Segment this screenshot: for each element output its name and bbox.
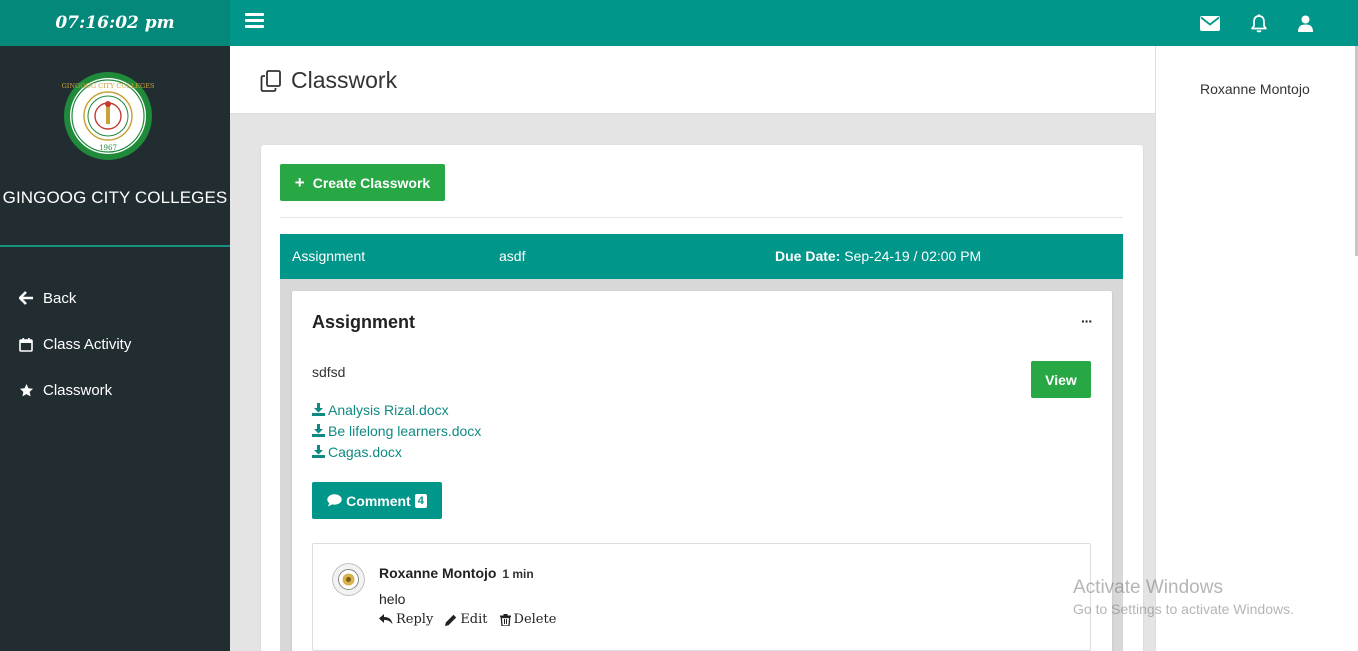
windows-activation-watermark: Activate Windows Go to Settings to activ…	[1073, 577, 1294, 617]
watermark-subtitle: Go to Settings to activate Windows.	[1073, 601, 1294, 617]
comment-item: Roxanne Montojo 1 min helo Reply Edit De…	[312, 543, 1091, 651]
page-title: Classwork	[259, 67, 397, 94]
trash-icon	[499, 613, 511, 626]
edit-label: Edit	[460, 612, 488, 627]
page-title-text: Classwork	[291, 67, 398, 93]
delete-button[interactable]: Delete	[499, 612, 557, 627]
sidebar-item-label: Class Activity	[43, 335, 132, 353]
due-date-value: Sep-24-19 / 02:00 PM	[840, 248, 982, 264]
watermark-title: Activate Windows	[1073, 577, 1223, 598]
user-icon[interactable]	[1294, 12, 1316, 34]
topbar	[230, 0, 1358, 46]
assignment-bar[interactable]: Assignment asdf Due Date: Sep-24-19 / 02…	[280, 234, 1123, 279]
menu-toggle-icon[interactable]	[245, 13, 264, 29]
view-button[interactable]: View	[1031, 361, 1091, 398]
brand-area: 1967 GINGOOG CITY COLLEGES GINGOOG CITY …	[0, 46, 230, 247]
edit-button[interactable]: Edit	[445, 612, 488, 627]
download-icon	[312, 445, 325, 458]
download-icon	[312, 424, 325, 437]
star-icon	[18, 382, 34, 398]
college-logo: 1967 GINGOOG CITY COLLEGES	[62, 72, 154, 160]
sidebar: 07:16:02 pm 1967 GINGOOG CITY COLLEGES G…	[0, 0, 230, 651]
comment-author: Roxanne Montojo 1 min	[379, 565, 534, 581]
right-panel: Roxanne Montojo	[1155, 46, 1358, 651]
svg-text:GINGOOG CITY COLLEGES: GINGOOG CITY COLLEGES	[62, 82, 154, 90]
sidebar-nav: Back Class Activity Classwork	[0, 275, 230, 413]
file-name: Analysis Rizal.docx	[328, 401, 449, 418]
due-date: Due Date: Sep-24-19 / 02:00 PM	[775, 248, 981, 264]
assignment-type: Assignment	[292, 248, 366, 264]
sidebar-item-label: Classwork	[43, 381, 113, 399]
delete-label: Delete	[513, 612, 557, 627]
file-link[interactable]: Analysis Rizal.docx	[312, 399, 481, 420]
classwork-card: + Create Classwork Assignment asdf Due D…	[261, 145, 1143, 651]
svg-text:1967: 1967	[99, 144, 117, 152]
file-link[interactable]: Cagas.docx	[312, 441, 481, 462]
comment-actions: Reply Edit Delete	[379, 612, 568, 627]
due-date-label: Due Date:	[775, 248, 841, 264]
assignment-heading: Assignment	[312, 312, 416, 332]
pencil-icon	[445, 614, 457, 626]
assignment-name: asdf	[499, 248, 526, 264]
brand-name: GINGOOG CITY COLLEGES	[2, 188, 228, 207]
copy-icon	[260, 69, 281, 92]
reply-button[interactable]: Reply	[379, 612, 433, 627]
create-classwork-label: Create Classwork	[312, 174, 431, 191]
comment-time: 1 min	[502, 567, 534, 581]
reply-icon	[379, 614, 393, 625]
arrow-left-icon	[18, 290, 34, 306]
comment-count-badge: 4	[414, 493, 427, 508]
sidebar-item-class-activity[interactable]: Class Activity	[0, 321, 230, 367]
sidebar-item-classwork[interactable]: Classwork	[0, 367, 230, 413]
file-link[interactable]: Be lifelong learners.docx	[312, 420, 481, 441]
comment-author-name: Roxanne Montojo	[379, 565, 497, 581]
avatar	[332, 563, 365, 596]
comment-label: Comment	[346, 492, 411, 509]
clock: 07:16:02 pm	[0, 0, 230, 46]
reply-label: Reply	[396, 612, 434, 627]
comment-icon	[327, 494, 342, 507]
divider	[280, 217, 1123, 218]
sidebar-item-back[interactable]: Back	[0, 275, 230, 321]
page-header: Classwork	[230, 46, 1155, 114]
comment-button[interactable]: Comment 4	[312, 482, 442, 519]
download-icon	[312, 403, 325, 416]
right-panel-user-name[interactable]: Roxanne Montojo	[1200, 81, 1310, 97]
more-options-icon[interactable]: ···	[1081, 313, 1093, 329]
plus-icon: +	[294, 172, 305, 192]
comment-text: helo	[379, 591, 406, 607]
bell-icon[interactable]	[1248, 12, 1270, 34]
calendar-icon	[18, 336, 34, 352]
file-name: Cagas.docx	[328, 443, 402, 460]
file-name: Be lifelong learners.docx	[328, 422, 482, 439]
create-classwork-button[interactable]: + Create Classwork	[280, 164, 445, 201]
file-list: Analysis Rizal.docx Be lifelong learners…	[312, 399, 481, 462]
assignment-description: sdfsd	[312, 364, 346, 380]
envelope-icon[interactable]	[1199, 12, 1221, 34]
assignment-detail: Assignment ··· sdfsd View Analysis Rizal…	[292, 291, 1112, 651]
sidebar-item-label: Back	[43, 289, 77, 307]
